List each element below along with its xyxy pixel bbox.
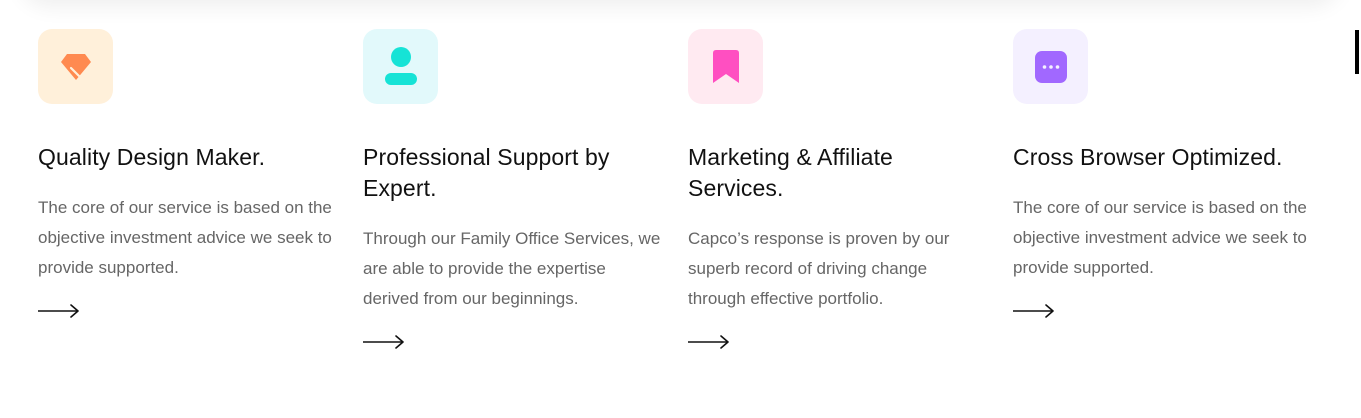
- feature-card-quality-design: Quality Design Maker. The core of our se…: [38, 29, 338, 319]
- feature-title: Quality Design Maker.: [38, 144, 266, 170]
- feature-icon-box: [38, 29, 113, 104]
- feature-card-marketing-affiliate: Marketing & Affiliate Services. Capco’s …: [688, 29, 988, 350]
- feature-icon-box: [688, 29, 763, 104]
- feature-title: Professional Support by Expert.: [363, 144, 610, 201]
- chat-bubble-icon: [1034, 50, 1067, 83]
- feature-description: Capco’s response is proven by our superb…: [688, 229, 950, 308]
- feature-title: Marketing & Affiliate Services.: [688, 144, 893, 201]
- feature-icon-box: [363, 29, 438, 104]
- feature-description: Through our Family Office Services, we a…: [363, 229, 661, 308]
- scrollbar-thumb[interactable]: [1355, 30, 1359, 74]
- feature-card-cross-browser: Cross Browser Optimized. The core of our…: [1013, 29, 1313, 319]
- bookmark-icon: [712, 49, 739, 83]
- arrow-right-icon[interactable]: [38, 303, 80, 319]
- diamond-icon: [60, 53, 91, 80]
- arrow-right-icon[interactable]: [363, 334, 405, 350]
- feature-icon-box: [1013, 29, 1088, 104]
- features-section: Quality Design Maker. The core of our se…: [38, 29, 1338, 409]
- arrow-right-icon[interactable]: [688, 334, 730, 350]
- user-icon: [384, 46, 417, 85]
- feature-description: The core of our service is based on the …: [38, 198, 332, 277]
- feature-description: The core of our service is based on the …: [1013, 198, 1307, 277]
- feature-card-professional-support: Professional Support by Expert. Through …: [363, 29, 663, 350]
- arrow-right-icon[interactable]: [1013, 303, 1055, 319]
- feature-title: Cross Browser Optimized.: [1013, 144, 1283, 170]
